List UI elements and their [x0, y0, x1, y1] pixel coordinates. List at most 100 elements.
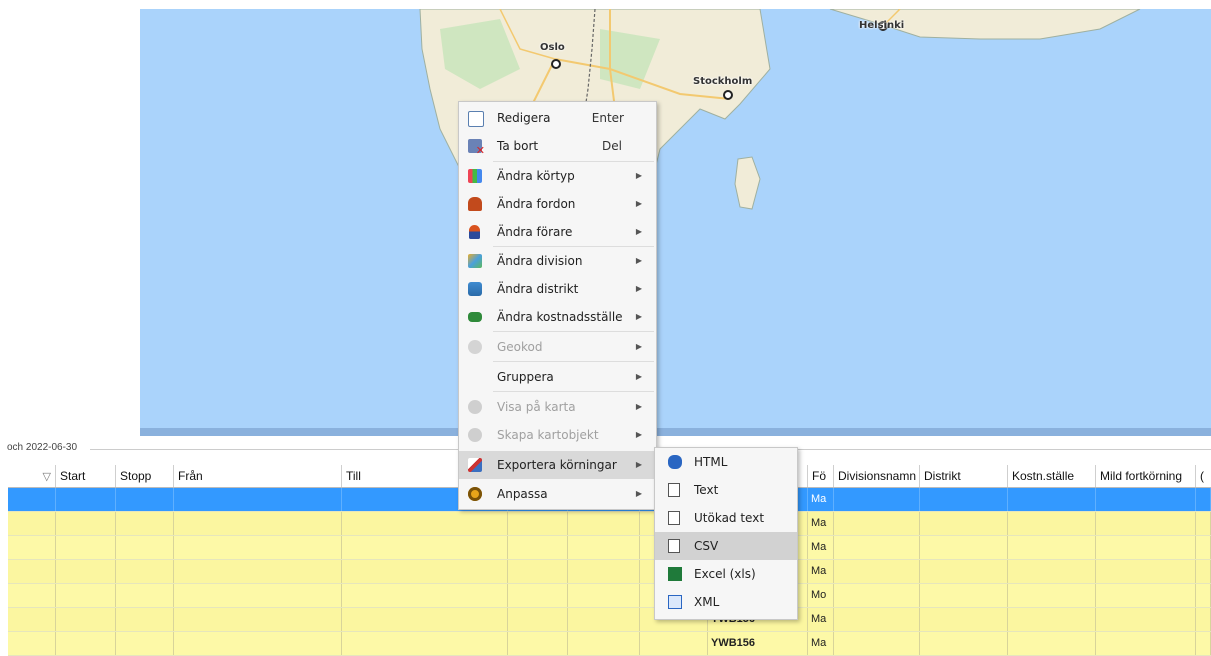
cell-registration[interactable]: YWB156: [708, 632, 808, 655]
menu-item-andra-distrikt[interactable]: Ändra distrikt ▶: [459, 275, 656, 303]
table-cell[interactable]: [1096, 488, 1196, 511]
table-row[interactable]: Ma: [8, 560, 1211, 584]
menu-item-exportera-korningar[interactable]: Exportera körningar ▶: [459, 451, 656, 479]
table-cell[interactable]: [640, 632, 708, 655]
map-view[interactable]: Oslo Stockholm Helsinki: [140, 9, 1211, 430]
table-cell[interactable]: [342, 536, 508, 559]
table-cell[interactable]: [920, 488, 1008, 511]
menu-item-gruppera[interactable]: Gruppera ▶: [459, 363, 656, 391]
table-cell[interactable]: [920, 512, 1008, 535]
menu-item-andra-kostnadsstalle[interactable]: Ändra kostnadsställe ▶: [459, 303, 656, 331]
export-item-csv[interactable]: CSV: [655, 532, 797, 560]
table-cell[interactable]: [1196, 488, 1211, 511]
table-cell[interactable]: [56, 608, 116, 631]
menu-item-anpassa[interactable]: Anpassa ▶: [459, 480, 656, 508]
table-cell[interactable]: [1196, 608, 1211, 631]
table-cell[interactable]: [116, 632, 174, 655]
table-cell[interactable]: [174, 488, 342, 511]
table-cell[interactable]: [1196, 536, 1211, 559]
table-cell[interactable]: [8, 632, 56, 655]
table-cell[interactable]: [174, 560, 342, 583]
table-cell[interactable]: [920, 536, 1008, 559]
table-cell[interactable]: [116, 608, 174, 631]
cell-fo[interactable]: Ma: [808, 608, 834, 631]
table-cell[interactable]: [508, 584, 568, 607]
table-cell[interactable]: [1196, 632, 1211, 655]
table-cell[interactable]: [568, 584, 640, 607]
menu-item-visa-pa-karta[interactable]: Visa på karta ▶: [459, 393, 656, 421]
table-cell[interactable]: [1096, 608, 1196, 631]
column-header-fran[interactable]: Från: [174, 465, 342, 487]
table-cell[interactable]: [568, 536, 640, 559]
table-cell[interactable]: [568, 632, 640, 655]
table-cell[interactable]: [568, 560, 640, 583]
table-row[interactable]: Ma: [8, 536, 1211, 560]
table-cell[interactable]: [1008, 632, 1096, 655]
menu-item-andra-forare[interactable]: Ändra förare ▶: [459, 218, 656, 246]
table-cell[interactable]: [508, 512, 568, 535]
table-cell[interactable]: [920, 584, 1008, 607]
column-header-more[interactable]: (: [1196, 465, 1211, 487]
table-cell[interactable]: [1196, 584, 1211, 607]
table-cell[interactable]: [8, 488, 56, 511]
table-cell[interactable]: [342, 584, 508, 607]
export-item-utokad-text[interactable]: Utökad text: [655, 504, 797, 532]
table-cell[interactable]: [1008, 560, 1096, 583]
table-cell[interactable]: [1096, 584, 1196, 607]
table-cell[interactable]: [1008, 512, 1096, 535]
column-header-kostnstalle[interactable]: Kostn.ställe: [1008, 465, 1096, 487]
table-cell[interactable]: [920, 632, 1008, 655]
menu-item-geokod[interactable]: Geokod ▶: [459, 333, 656, 361]
table-cell[interactable]: [834, 512, 920, 535]
table-cell[interactable]: [568, 608, 640, 631]
table-cell[interactable]: [1096, 560, 1196, 583]
table-row[interactable]: Ma: [8, 512, 1211, 536]
table-cell[interactable]: [116, 536, 174, 559]
table-cell[interactable]: [116, 488, 174, 511]
cell-fo[interactable]: Ma: [808, 488, 834, 511]
table-cell[interactable]: [174, 536, 342, 559]
table-cell[interactable]: [342, 632, 508, 655]
table-cell[interactable]: [8, 536, 56, 559]
table-cell[interactable]: [568, 512, 640, 535]
table-cell[interactable]: [174, 632, 342, 655]
menu-item-ta-bort[interactable]: ✕ Ta bort Del: [459, 132, 656, 160]
cell-fo[interactable]: Ma: [808, 536, 834, 559]
table-cell[interactable]: [834, 608, 920, 631]
table-cell[interactable]: [174, 512, 342, 535]
table-cell[interactable]: [834, 632, 920, 655]
table-cell[interactable]: [920, 608, 1008, 631]
table-cell[interactable]: [920, 560, 1008, 583]
table-cell[interactable]: [56, 560, 116, 583]
column-header-fo[interactable]: Fö: [808, 465, 834, 487]
table-cell[interactable]: [56, 488, 116, 511]
table-cell[interactable]: [1096, 536, 1196, 559]
table-cell[interactable]: [508, 632, 568, 655]
table-cell[interactable]: [56, 632, 116, 655]
table-cell[interactable]: [8, 560, 56, 583]
table-row[interactable]: YWB156Ma: [8, 608, 1211, 632]
export-item-html[interactable]: HTML: [655, 448, 797, 476]
splitter[interactable]: [140, 428, 1211, 436]
table-cell[interactable]: [1008, 488, 1096, 511]
table-cell[interactable]: [174, 608, 342, 631]
table-cell[interactable]: [174, 584, 342, 607]
table-cell[interactable]: [8, 512, 56, 535]
table-cell[interactable]: [56, 512, 116, 535]
cell-fo[interactable]: Ma: [808, 560, 834, 583]
cell-fo[interactable]: Mo: [808, 584, 834, 607]
menu-item-skapa-kartobjekt[interactable]: Skapa kartobjekt ▶: [459, 421, 656, 449]
table-cell[interactable]: [8, 608, 56, 631]
table-cell[interactable]: [834, 536, 920, 559]
export-item-xml[interactable]: XML: [655, 588, 797, 616]
table-cell[interactable]: [116, 512, 174, 535]
column-header-start[interactable]: Start: [56, 465, 116, 487]
table-row[interactable]: Mo: [8, 584, 1211, 608]
table-cell[interactable]: [342, 560, 508, 583]
table-cell[interactable]: [1008, 536, 1096, 559]
menu-item-andra-kortyp[interactable]: Ändra körtyp ▶: [459, 162, 656, 190]
export-item-excel[interactable]: Excel (xls): [655, 560, 797, 588]
table-cell[interactable]: [1196, 560, 1211, 583]
table-cell[interactable]: [342, 608, 508, 631]
column-header-distrikt[interactable]: Distrikt: [920, 465, 1008, 487]
